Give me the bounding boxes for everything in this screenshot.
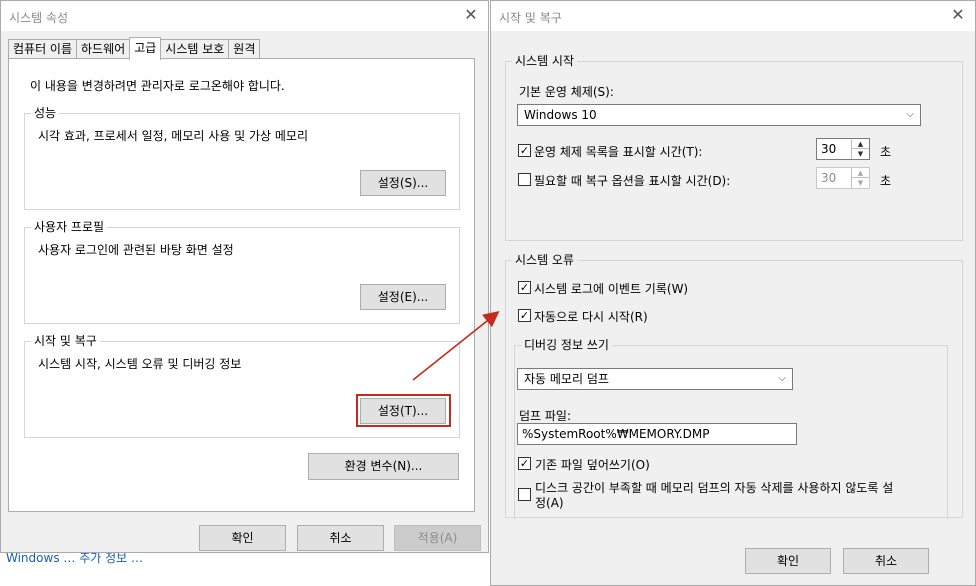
recovery-time-value: 30 xyxy=(821,171,837,185)
chevron-down-icon: ⌵ xyxy=(906,109,914,120)
spin-up-icon[interactable]: ▲ xyxy=(852,168,869,178)
write-event-checkbox[interactable]: ✓ xyxy=(518,281,531,294)
os-list-time-value: 30 xyxy=(821,142,837,156)
tab-computer-name[interactable]: 컴퓨터 이름 xyxy=(8,39,78,59)
apply-button[interactable]: 적용(A) xyxy=(394,525,481,551)
startup-recovery-window: 시작 및 복구 ✕ 시스템 시작 기본 운영 체제(S): Windows 10… xyxy=(490,0,976,586)
spin-up-icon[interactable]: ▲ xyxy=(852,139,869,149)
spin-down-icon[interactable]: ▼ xyxy=(852,178,869,188)
highlight-box xyxy=(356,394,451,427)
annotation-arrow xyxy=(412,311,500,381)
user-profiles-group: 사용자 프로필 사용자 로그인에 관련된 바탕 화면 설정 설정(E)... xyxy=(24,219,460,324)
seconds-unit: 초 xyxy=(880,145,892,159)
auto-restart-label: 자동으로 다시 시작(R) xyxy=(534,310,648,324)
chevron-down-icon: ⌵ xyxy=(778,373,786,384)
show-recovery-checkbox[interactable] xyxy=(518,173,531,186)
window-title: 시작 및 복구 xyxy=(499,11,562,25)
dump-file-label: 덤프 파일: xyxy=(519,409,572,423)
window-title: 시스템 속성 xyxy=(9,11,69,25)
default-os-value: Windows 10 xyxy=(524,108,597,122)
system-startup-group: 시스템 시작 기본 운영 체제(S): Windows 10 ⌵ ✓ 운영 체제… xyxy=(505,53,963,241)
close-icon[interactable]: ✕ xyxy=(949,6,967,24)
performance-description: 시각 효과, 프로세서 일정, 메모리 사용 및 가상 메모리 xyxy=(38,129,308,143)
show-os-list-label: 운영 체제 목록을 표시할 시간(T): xyxy=(534,145,703,159)
write-event-label: 시스템 로그에 이벤트 기록(W) xyxy=(534,282,689,296)
title-bar: 시작 및 복구 ✕ xyxy=(491,1,975,31)
debug-info-label: 디버깅 정보 쓰기 xyxy=(521,337,612,353)
spinner-buttons: ▲ ▼ xyxy=(851,139,869,159)
close-icon[interactable]: ✕ xyxy=(462,6,480,24)
tab-strip: 컴퓨터 이름 하드웨어 고급 시스템 보호 원격 xyxy=(8,37,261,60)
show-os-list-checkbox[interactable]: ✓ xyxy=(518,144,531,157)
overwrite-label: 기존 파일 덮어쓰기(O) xyxy=(535,458,650,472)
tab-hardware[interactable]: 하드웨어 xyxy=(76,39,131,59)
tab-system-protection[interactable]: 시스템 보호 xyxy=(160,39,230,59)
user-profiles-description: 사용자 로그인에 관련된 바탕 화면 설정 xyxy=(38,243,234,257)
dump-type-select[interactable]: 자동 메모리 덤프 ⌵ xyxy=(517,368,793,390)
user-profiles-label: 사용자 프로필 xyxy=(31,219,108,235)
ok-button[interactable]: 확인 xyxy=(199,525,286,551)
spin-down-icon[interactable]: ▼ xyxy=(852,149,869,159)
system-properties-window: 시스템 속성 ✕ 컴퓨터 이름 하드웨어 고급 시스템 보호 원격 이 내용을 … xyxy=(0,0,489,553)
system-startup-label: 시스템 시작 xyxy=(512,53,578,69)
tab-remote[interactable]: 원격 xyxy=(228,39,261,59)
default-os-select[interactable]: Windows 10 ⌵ xyxy=(517,104,921,126)
tab-advanced[interactable]: 고급 xyxy=(129,37,162,60)
system-failure-label: 시스템 오류 xyxy=(512,252,578,268)
dump-file-input[interactable]: %SystemRoot%₩MEMORY.DMP xyxy=(517,423,797,445)
show-recovery-label: 필요할 때 복구 옵션을 표시할 시간(D): xyxy=(534,174,731,188)
cancel-button[interactable]: 취소 xyxy=(843,548,929,574)
ok-button[interactable]: 확인 xyxy=(745,548,831,574)
startup-recovery-description: 시스템 시작, 시스템 오류 및 디버깅 정보 xyxy=(38,357,242,371)
disable-auto-delete-checkbox[interactable] xyxy=(518,488,531,501)
performance-label: 성능 xyxy=(31,105,60,121)
spinner-buttons: ▲ ▼ xyxy=(851,168,869,188)
advanced-tab-panel: 이 내용을 변경하려면 관리자로 로그온해야 합니다. 성능 시각 효과, 프로… xyxy=(8,58,475,512)
os-list-time-spinner[interactable]: 30 ▲ ▼ xyxy=(816,138,870,160)
recovery-time-spinner[interactable]: 30 ▲ ▼ xyxy=(816,167,870,189)
startup-recovery-group: 시작 및 복구 시스템 시작, 시스템 오류 및 디버깅 정보 설정(T)... xyxy=(24,333,460,438)
environment-variables-button[interactable]: 환경 변수(N)... xyxy=(308,453,459,480)
disable-auto-delete-label-line1: 디스크 공간이 부족할 때 메모리 덤프의 자동 삭제를 사용하지 않도록 설 xyxy=(535,481,894,495)
debug-info-group: 디버깅 정보 쓰기 자동 메모리 덤프 ⌵ 덤프 파일: %SystemRoot… xyxy=(514,337,948,519)
performance-group: 성능 시각 효과, 프로세서 일정, 메모리 사용 및 가상 메모리 설정(S)… xyxy=(24,105,460,210)
performance-settings-button[interactable]: 설정(S)... xyxy=(360,170,446,196)
title-bar: 시스템 속성 ✕ xyxy=(1,1,488,31)
seconds-unit: 초 xyxy=(880,174,892,188)
default-os-label: 기본 운영 체제(S): xyxy=(519,85,614,99)
disable-auto-delete-label-line2: 정(A) xyxy=(535,496,564,510)
admin-note: 이 내용을 변경하려면 관리자로 로그온해야 합니다. xyxy=(30,79,285,93)
auto-restart-checkbox[interactable]: ✓ xyxy=(518,309,531,322)
startup-recovery-label: 시작 및 복구 xyxy=(31,333,100,349)
overwrite-checkbox[interactable]: ✓ xyxy=(518,457,531,470)
dump-type-value: 자동 메모리 덤프 xyxy=(524,372,609,386)
system-failure-group: 시스템 오류 ✓ 시스템 로그에 이벤트 기록(W) ✓ 자동으로 다시 시작(… xyxy=(505,252,963,519)
cancel-button[interactable]: 취소 xyxy=(297,525,384,551)
